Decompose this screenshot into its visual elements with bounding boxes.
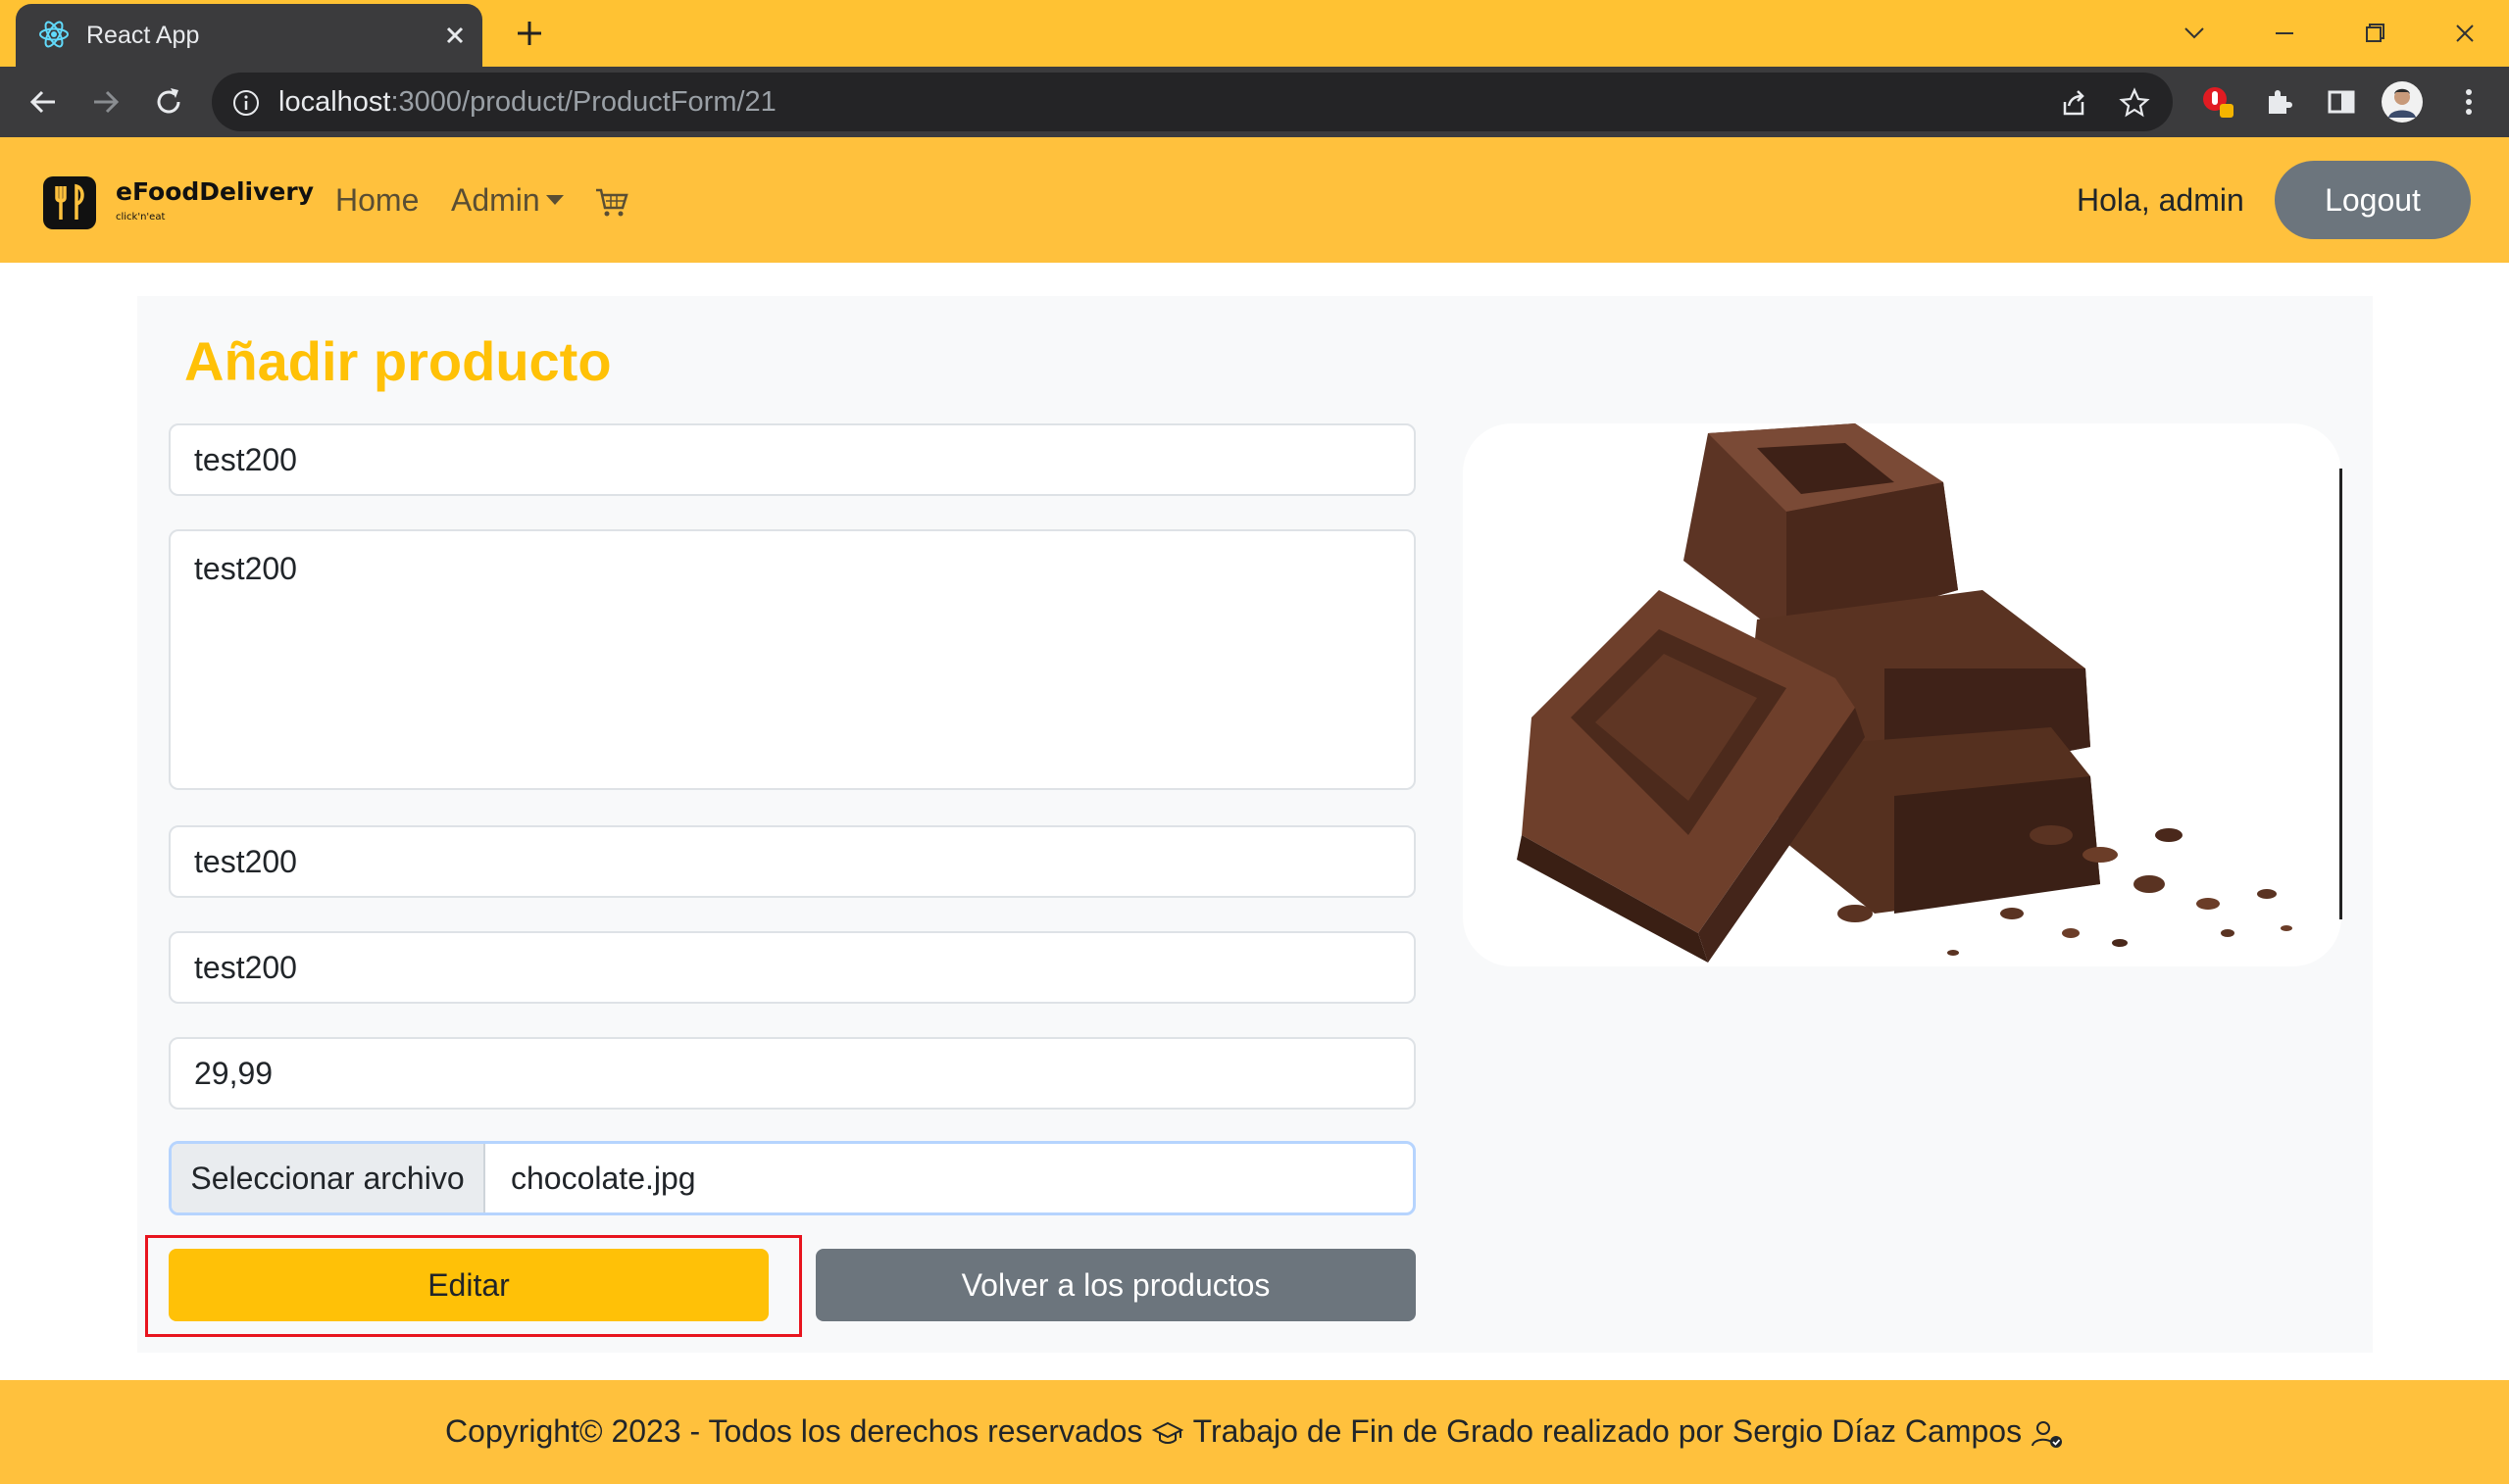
thesis-credit-text: Trabajo de Fin de Grado realizado por Se… [1192, 1413, 2023, 1449]
star-icon[interactable] [2118, 86, 2151, 120]
name-input[interactable]: test200 [169, 423, 1416, 496]
image-edge-line [2339, 469, 2342, 919]
brand-name[interactable]: eFoodDelivery [116, 177, 314, 206]
caret-down-icon [545, 194, 564, 205]
app-navbar: eFoodDelivery click'n'eat Home Admin Hol… [0, 137, 2509, 263]
info-icon[interactable] [231, 88, 261, 118]
product-image [1463, 423, 2341, 966]
image-file-input[interactable]: Seleccionar archivo chocolate.jpg [169, 1141, 1416, 1215]
selected-file-name: chocolate.jpg [511, 1161, 696, 1196]
copyright-text: Copyright© 2023 - Todos los derechos res… [445, 1413, 1143, 1449]
plus-icon[interactable] [510, 16, 549, 51]
select-file-button[interactable]: Seleccionar archivo [172, 1144, 485, 1212]
graduation-cap-icon [1152, 1421, 1184, 1444]
cart-icon[interactable] [594, 186, 629, 220]
brand-tagline: click'n'eat [116, 212, 166, 223]
edit-button[interactable]: Editar [169, 1249, 769, 1321]
nav-admin-label: Admin [451, 182, 540, 218]
reload-icon[interactable] [149, 82, 188, 122]
minimize-icon[interactable] [2265, 14, 2304, 53]
browser-toolbar: localhost:3000/product/ProductForm/21 [0, 67, 2509, 137]
extension-icon[interactable] [2200, 84, 2235, 120]
logout-button[interactable]: Logout [2275, 161, 2471, 239]
share-icon[interactable] [2057, 86, 2090, 120]
nav-home-link[interactable]: Home [335, 182, 419, 219]
sidebar-icon[interactable] [2324, 84, 2359, 120]
chevron-down-icon[interactable] [2175, 14, 2214, 53]
footer-text: Copyright© 2023 - Todos los derechos res… [0, 1413, 2509, 1450]
text-input-3[interactable]: test200 [169, 825, 1416, 898]
forward-arrow-icon[interactable] [86, 82, 125, 122]
puzzle-icon[interactable] [2261, 84, 2296, 120]
text-input-4[interactable]: test200 [169, 931, 1416, 1004]
price-input[interactable]: 29,99 [169, 1037, 1416, 1110]
tab-title: React App [86, 22, 200, 49]
logo-icon[interactable] [43, 176, 96, 229]
browser-tab[interactable]: React App [16, 4, 482, 67]
menu-dots-icon[interactable] [2451, 84, 2486, 120]
footer: Copyright© 2023 - Todos los derechos res… [0, 1380, 2509, 1484]
window-close-icon[interactable] [2445, 14, 2484, 53]
back-to-products-button[interactable]: Volver a los productos [816, 1249, 1416, 1321]
url-text: localhost:3000/product/ProductForm/21 [278, 86, 777, 119]
url-path: :3000/product/ProductForm/21 [390, 86, 777, 118]
page-title: Añadir producto [184, 330, 612, 392]
nav-admin-dropdown[interactable]: Admin [451, 182, 564, 219]
url-host: localhost [278, 86, 391, 118]
user-greeting: Hola, admin [2077, 182, 2244, 218]
profile-avatar[interactable] [2381, 80, 2424, 124]
description-textarea[interactable]: test200 [169, 529, 1416, 790]
close-icon[interactable] [439, 20, 471, 51]
browser-tab-strip: React App [0, 0, 2509, 67]
react-favicon-icon [39, 21, 69, 48]
address-bar[interactable]: localhost:3000/product/ProductForm/21 [212, 73, 2173, 131]
user-check-icon [2031, 1420, 2062, 1448]
back-arrow-icon[interactable] [24, 82, 63, 122]
restore-icon[interactable] [2355, 14, 2394, 53]
